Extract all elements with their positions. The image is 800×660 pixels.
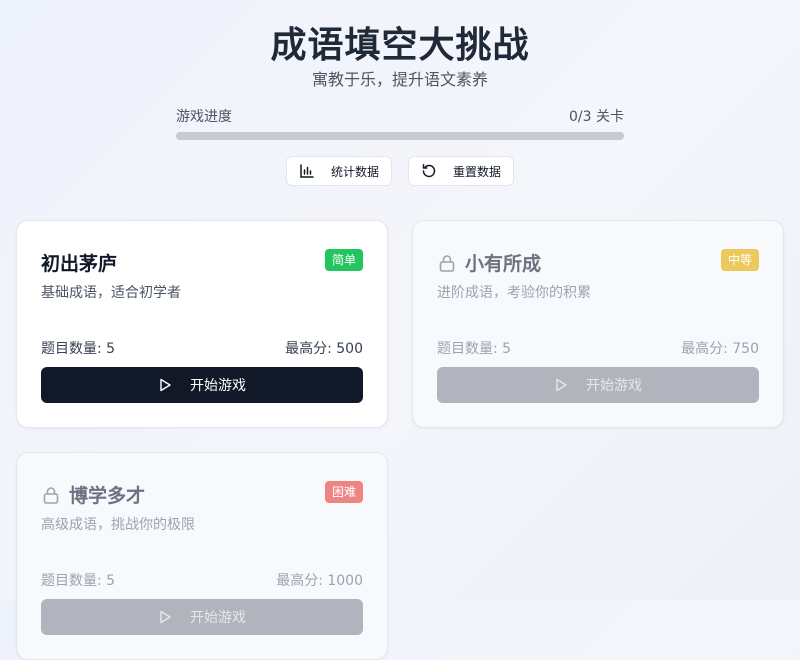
level-name: 初出茅庐 (41, 253, 118, 275)
level-card-3: 博学多才 困难 高级成语，挑战你的极限 题目数量: 5 最高分: 1000 开始… (16, 452, 388, 660)
difficulty-badge: 困难 (324, 481, 363, 503)
reset-button[interactable]: 重置数据 (408, 156, 514, 186)
level-name: 小有所成 (465, 253, 542, 275)
high-score: 最高分: 1000 (276, 573, 363, 589)
reset-button-label: 重置数据 (453, 164, 502, 179)
level-card-1: 初出茅庐 简单 基础成语，适合初学者 题目数量: 5 最高分: 500 开始游戏 (16, 220, 388, 428)
level-title: 初出茅庐 (41, 249, 117, 276)
question-count: 题目数量: 5 (437, 341, 512, 357)
level-name: 博学多才 (69, 485, 146, 507)
start-game-label: 开始游戏 (586, 378, 642, 394)
high-score: 最高分: 500 (285, 341, 363, 357)
progress-label: 游戏进度 (176, 109, 232, 125)
start-game-label: 开始游戏 (190, 610, 246, 626)
play-icon (554, 378, 568, 392)
level-title: 博学多才 (41, 481, 145, 508)
difficulty-badge: 中等 (720, 249, 759, 271)
start-game-button[interactable]: 开始游戏 (41, 599, 363, 635)
progress-count: 0/3 关卡 (569, 109, 624, 125)
level-description: 进阶成语，考验你的积累 (437, 285, 591, 301)
level-card-2: 小有所成 中等 进阶成语，考验你的积累 题目数量: 5 最高分: 750 开始游… (412, 220, 784, 428)
stats-button-label: 统计数据 (331, 164, 380, 179)
stats-button[interactable]: 统计数据 (286, 156, 392, 186)
start-game-label: 开始游戏 (190, 378, 246, 394)
difficulty-badge: 简单 (324, 249, 363, 271)
bar-chart-icon (299, 163, 315, 179)
lock-icon (41, 485, 61, 505)
start-game-button[interactable]: 开始游戏 (437, 367, 759, 403)
play-icon (158, 610, 172, 624)
question-count: 题目数量: 5 (41, 573, 116, 589)
refresh-icon (421, 163, 437, 179)
page-subtitle: 寓教于乐，提升语文素养 (311, 70, 488, 89)
page-title: 成语填空大挑战 (270, 25, 530, 66)
lock-icon (437, 253, 457, 273)
level-description: 基础成语，适合初学者 (41, 285, 181, 301)
start-game-button[interactable]: 开始游戏 (41, 367, 363, 403)
question-count: 题目数量: 5 (41, 341, 116, 357)
high-score: 最高分: 750 (681, 341, 759, 357)
level-description: 高级成语，挑战你的极限 (41, 517, 195, 533)
level-title: 小有所成 (437, 249, 541, 276)
progress-bar (176, 132, 624, 140)
play-icon (158, 378, 172, 392)
